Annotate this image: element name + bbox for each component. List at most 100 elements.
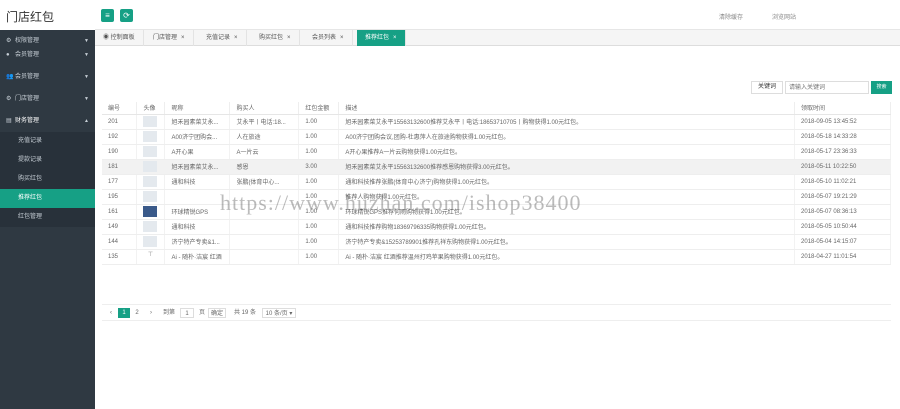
tab-member-list[interactable]: 会员列表 × (304, 30, 353, 46)
column-header[interactable]: 红包金额 (298, 102, 340, 115)
visit-site-link[interactable]: 浏览网站 (772, 12, 796, 21)
close-icon[interactable]: × (234, 35, 238, 41)
sidebar-item-label: 权限管理 (15, 38, 40, 44)
cell-amount: 1.00 (298, 249, 340, 265)
cell-buyer (229, 219, 300, 235)
tab-stores[interactable]: 门店管理 × (145, 30, 194, 46)
cell-time: 2018-05-04 14:15:07 (794, 234, 891, 250)
cell-description: A开心果推荐A一片云购物获得1.00元红包。 (338, 144, 796, 160)
sidebar-sub-redpacket-management[interactable]: 红包管理 (0, 208, 95, 227)
tab-bar: ◉ 控制面板 门店管理 × 充值记录 × 购买红包 × 会员列表 × 推荐红包 × (95, 30, 900, 46)
search-button[interactable]: 搜索 (871, 81, 892, 94)
tab-label: 推荐红包 (365, 35, 390, 41)
close-icon[interactable]: × (287, 35, 291, 41)
cell-nickname: 通和科技 (164, 174, 231, 190)
next-page-button[interactable]: › (146, 308, 156, 318)
column-header[interactable]: 编号 (102, 102, 138, 115)
refresh-icon: ⟳ (123, 11, 130, 20)
sidebar-sub-recharge[interactable]: 充值记录 (0, 132, 95, 151)
tab-dashboard[interactable]: ◉ 控制面板 (95, 30, 144, 46)
table-row: 135 ⊤ Ai - 随朴·洁宸 红酒 1.00 Ai - 随朴·洁宸 红酒推荐温州打鸡… (102, 249, 891, 265)
total-count: 共 19 条 (233, 310, 256, 316)
tab-label: 充值记录 (206, 35, 231, 41)
refresh-button[interactable]: ⟳ (120, 9, 133, 22)
keyword-select[interactable]: 关键词 (751, 81, 783, 94)
column-header: 昵称 (164, 102, 231, 115)
cell-buyer: 艾永平丨电话:18... (229, 114, 300, 130)
cell-buyer: A一片云 (229, 144, 300, 160)
cell-time: 2018-05-10 11:02:21 (794, 174, 891, 190)
tab-recharge[interactable]: 充值记录 × (198, 30, 247, 46)
avatar (143, 236, 158, 247)
avatar (143, 206, 158, 217)
go-confirm-button[interactable]: 确定 (208, 308, 226, 318)
column-header: 购买人 (229, 102, 300, 115)
table-row: 192 A00济宁团购会... 人在旅途 1.00 A00济宁团购会议,团购-杜惠萍人在… (102, 129, 891, 145)
cell-time: 2018-09-05 13:45:52 (794, 114, 891, 130)
cell-buyer (229, 234, 300, 250)
dashboard-icon: ◉ (103, 35, 111, 41)
avatar (143, 221, 158, 232)
cell-id: 177 (102, 174, 138, 190)
sidebar-sub-withdraw[interactable]: 提款记录 (0, 151, 95, 170)
chevron-down-icon: ▾ (289, 311, 293, 317)
menu-toggle-button[interactable]: ≡ (101, 9, 114, 22)
sidebar-item-member-management[interactable]: 👥 会员管理 ▼ (0, 70, 95, 84)
sidebar: ⚙ 权限管理 ▼ ● 会员管理 ▼ 👥 会员管理 ▼ ⚙ 门店管理 ▼ ▤ 财务管理 ▲ 充值记录 … (0, 30, 95, 409)
app-title: 门店红包 (0, 0, 95, 30)
chevron-down-icon: ▼ (84, 52, 89, 58)
cell-time: 2018-05-05 10:50:44 (794, 219, 891, 235)
sidebar-item-stores[interactable]: ⚙ 门店管理 ▼ (0, 92, 95, 106)
cell-avatar (136, 144, 166, 160)
cell-id: 161 (102, 204, 138, 220)
sidebar-sub-buy-redpacket[interactable]: 购买红包 (0, 170, 95, 189)
cell-description: 通和科技推荐购物18369796335购物获得1.00元红包。 (338, 219, 796, 235)
cell-time: 2018-05-17 23:36:33 (794, 144, 891, 160)
sidebar-item-permissions[interactable]: ⚙ 权限管理 ▼ (0, 34, 95, 48)
users-icon: 👥 (6, 74, 14, 80)
page-number-input[interactable]: 1 (180, 308, 194, 318)
cell-time: 2018-05-07 19:21:29 (794, 189, 891, 205)
close-icon[interactable]: × (393, 35, 397, 41)
sidebar-item-members[interactable]: ● 会员管理 ▼ (0, 48, 95, 62)
column-header: 头像 (136, 102, 166, 115)
sidebar-item-label: 会员管理 (15, 74, 40, 80)
cell-description: 旭禾园素菜艾永平15563132600推荐艾永平丨电话:18653710705丨… (338, 114, 796, 130)
tab-label: 控制面板 (110, 35, 135, 41)
cell-description: A00济宁团购会议,团购-杜惠萍人在旅途购物获得1.00元红包。 (338, 129, 796, 145)
tab-recommend-redpacket[interactable]: 推荐红包 × (357, 30, 406, 46)
cell-description: 通和科技推荐张鹏(体育中心济宁)购物获得1.00元红包。 (338, 174, 796, 190)
cell-avatar (136, 174, 166, 190)
chevron-down-icon: ▼ (84, 38, 89, 44)
avatar (143, 191, 158, 202)
cell-time: 2018-05-07 08:36:13 (794, 204, 891, 220)
cell-avatar (136, 204, 166, 220)
clear-cache-link[interactable]: 清除缓存 (719, 12, 743, 21)
page-1-button[interactable]: 1 (118, 308, 130, 318)
close-icon[interactable]: × (340, 35, 344, 41)
avatar (143, 116, 158, 127)
cell-nickname: 济宁特产专卖&1... (164, 234, 231, 250)
cell-id: 181 (102, 159, 138, 175)
cell-description: 济宁特产专卖&15253789901推荐孔祥东购物获得1.00元红包。 (338, 234, 796, 250)
redpacket-table: 编号 头像 昵称 购买人 红包金额 描述 领取时间 201 旭禾园素菜艾永... 艾… (102, 102, 891, 265)
cell-avatar (136, 129, 166, 145)
close-icon[interactable]: × (181, 35, 185, 41)
sidebar-item-label: 门店管理 (15, 96, 40, 102)
page-size-select[interactable]: 10 条/页 ▾ (262, 308, 296, 318)
tab-buy-redpacket[interactable]: 购买红包 × (251, 30, 300, 46)
avatar (143, 131, 158, 142)
table-row: 149 通和科技 1.00 通和科技推荐购物18369796335购物获得1.00元红… (102, 219, 891, 235)
prev-page-button[interactable]: ‹ (106, 308, 116, 318)
sidebar-item-finance[interactable]: ▤ 财务管理 ▲ (0, 114, 95, 128)
cell-nickname: 旭禾园素菜艾永... (164, 159, 231, 175)
page-2-button[interactable]: 2 (132, 308, 142, 318)
cell-amount: 1.00 (298, 129, 340, 145)
column-header[interactable]: 领取时间 (794, 102, 891, 115)
cell-avatar (136, 114, 166, 130)
table-header-row: 编号 头像 昵称 购买人 红包金额 描述 领取时间 (102, 102, 891, 115)
search-input[interactable] (785, 81, 869, 94)
cell-nickname: A00济宁团购会... (164, 129, 231, 145)
sidebar-sub-recommend-redpacket[interactable]: 推荐红包 (0, 189, 95, 208)
gear-icon: ⚙ (6, 96, 12, 102)
